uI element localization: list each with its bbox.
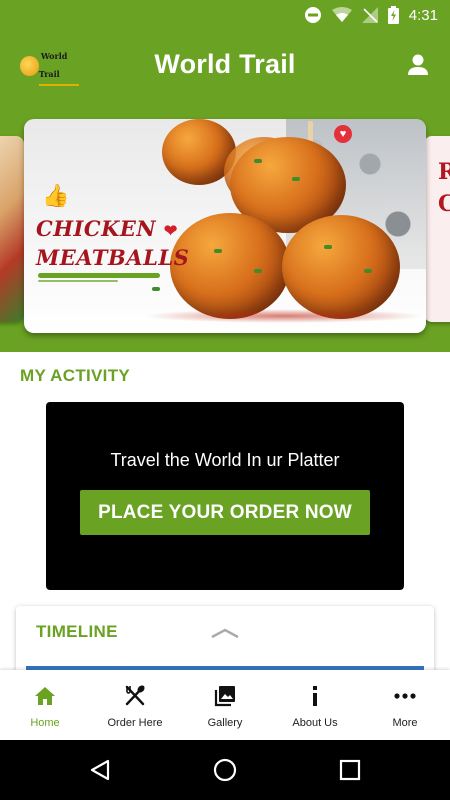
logo-underline	[38, 84, 79, 86]
banner-title: CHICKEN ❤ MEATBALLS	[36, 215, 189, 271]
app-header: World Trail World Trail	[0, 33, 450, 100]
gallery-icon	[214, 686, 235, 707]
place-order-button[interactable]: PLACE YOUR ORDER NOW	[80, 490, 370, 535]
clock-time: 4:31	[408, 6, 438, 24]
sauce-drizzle	[144, 309, 424, 323]
nav-label: Gallery	[207, 717, 243, 729]
herb	[254, 269, 262, 273]
banner-carousel[interactable]: R C ♥ 👍 CHICKEN ❤ MEATBALLS	[0, 100, 450, 352]
app-title: World Trail	[154, 49, 296, 79]
banner-underline-secondary	[38, 280, 118, 282]
more-icon	[394, 693, 416, 699]
herb	[324, 245, 332, 249]
status-bar: 4:31	[0, 0, 450, 33]
nav-item-about-us[interactable]: About Us	[270, 670, 360, 740]
nav-item-more[interactable]: More	[360, 670, 450, 740]
home-icon	[35, 687, 55, 705]
home-circle-icon[interactable]	[213, 758, 237, 782]
profile-button[interactable]	[404, 51, 432, 79]
nav-label: More	[392, 717, 418, 729]
battery-charging-icon	[387, 6, 399, 24]
banner-next-slide[interactable]: R C	[424, 136, 450, 322]
nav-item-home[interactable]: Home	[0, 670, 90, 740]
status-icons: 4:31	[304, 6, 438, 24]
herb	[152, 287, 160, 291]
nav-item-gallery[interactable]: Gallery	[180, 670, 270, 740]
timeline-title: TIMELINE	[36, 622, 118, 641]
do-not-disturb-icon	[304, 6, 322, 24]
nav-label: Home	[30, 717, 60, 729]
utensils-icon	[125, 685, 145, 706]
herb	[254, 159, 262, 163]
banner-current-slide[interactable]: ♥ 👍 CHICKEN ❤ MEATBALLS	[24, 119, 426, 333]
banner-title-line2: MEATBALLS	[36, 245, 190, 270]
recents-square-icon[interactable]	[338, 758, 362, 782]
wifi-icon	[331, 7, 352, 23]
bottom-navigation: Home Order Here Gallery About Us More	[0, 670, 450, 740]
herb	[214, 249, 222, 253]
thumbs-up-icon: 👍	[42, 183, 70, 208]
nav-label: About Us	[292, 717, 338, 729]
banner-underline	[38, 273, 160, 278]
banner-prev-slide[interactable]	[0, 136, 24, 322]
heart-icon: ❤	[163, 221, 178, 240]
section-title-my-activity: MY ACTIVITY	[20, 366, 131, 385]
system-navigation-bar	[0, 740, 450, 800]
no-signal-icon	[361, 7, 378, 23]
nav-item-order-here[interactable]: Order Here	[90, 670, 180, 740]
herb	[292, 177, 300, 181]
nav-label: Order Here	[107, 717, 163, 729]
next-slide-text: R C	[438, 159, 450, 217]
herb	[364, 269, 372, 273]
collapse-chevron-up-icon[interactable]	[210, 626, 240, 640]
banner-title-line1: CHICKEN	[36, 216, 157, 241]
back-triangle-icon[interactable]	[88, 758, 112, 782]
info-icon	[313, 686, 317, 706]
meatball	[282, 215, 400, 319]
user-icon	[408, 54, 428, 75]
favorite-heart-icon: ♥	[334, 125, 352, 143]
cta-tagline: Travel the World In ur Platter	[110, 450, 340, 470]
cta-card: Travel the World In ur Platter PLACE YOU…	[46, 402, 404, 590]
